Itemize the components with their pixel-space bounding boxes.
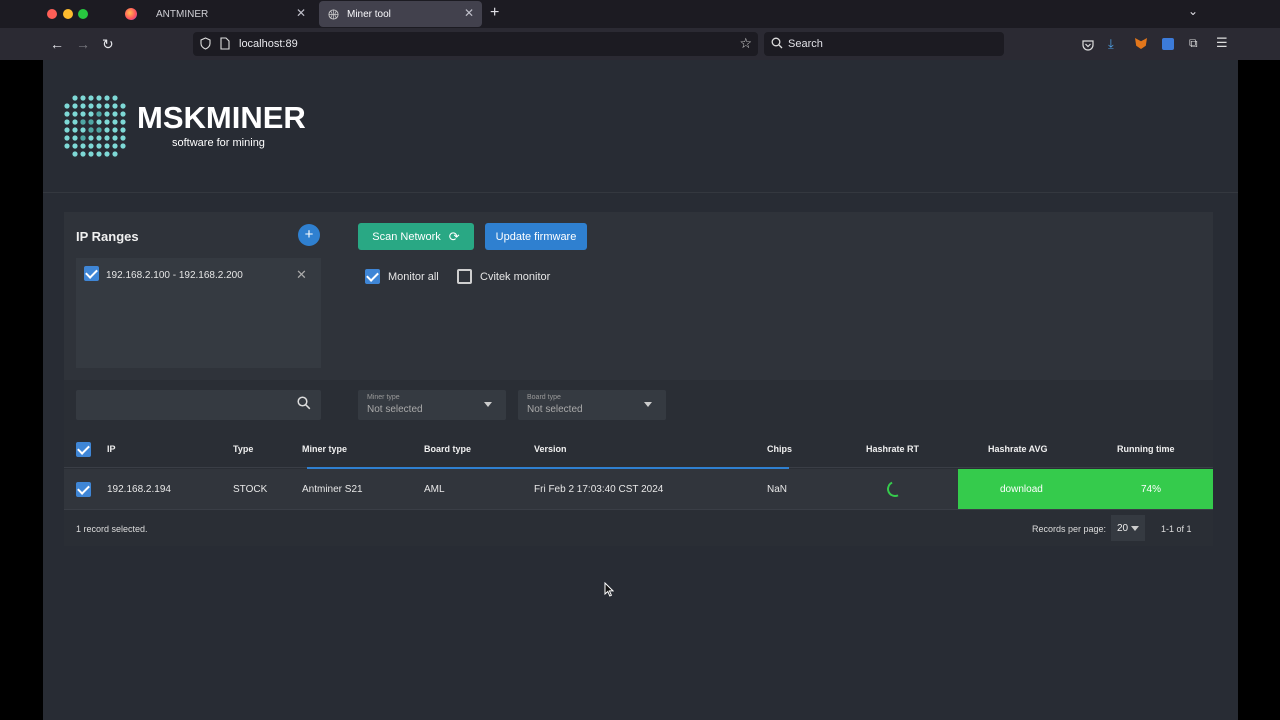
new-tab-icon[interactable]: + (490, 4, 499, 22)
ip-range-list: 192.168.2.100 - 192.168.2.200 ✕ (76, 258, 321, 368)
column-header-running-time[interactable]: Running time (1117, 444, 1175, 454)
nav-bar: ← → ↻ localhost:89 ☆ Search ⤓ ⧉ ☰ (0, 28, 1280, 60)
control-panel: IP Ranges + 192.168.2.100 - 192.168.2.20… (64, 212, 1213, 380)
miner-type-select-label: Miner type (367, 394, 400, 401)
cvitek-monitor-checkbox[interactable] (457, 269, 472, 284)
tab-close-icon[interactable]: ✕ (464, 6, 474, 20)
tab-label: ANTMINER (156, 8, 209, 20)
miner-search-input[interactable] (76, 390, 321, 420)
search-placeholder: Search (788, 38, 823, 50)
column-header-version[interactable]: Version (534, 444, 567, 454)
cell-running-time: 74% (1141, 484, 1162, 495)
cvitek-monitor-option[interactable]: Cvitek monitor (457, 269, 550, 284)
records-per-page-label: Records per page: (1032, 524, 1107, 534)
dropdown-arrow-icon (644, 402, 652, 407)
cell-hashrate-avg: download (1000, 484, 1043, 495)
column-header-board-type[interactable]: Board type (424, 444, 471, 454)
dropdown-arrow-icon (1131, 526, 1139, 531)
logo-icon (63, 94, 129, 165)
ip-range-checkbox[interactable] (84, 266, 99, 286)
brand-title: MSKMINER (137, 100, 306, 135)
tab-antminer[interactable]: ANTMINER ✕ (148, 1, 314, 27)
forward-icon[interactable]: → (76, 36, 90, 52)
board-type-select-value: Not selected (527, 404, 583, 415)
search-icon (771, 36, 783, 54)
globe-icon (327, 8, 339, 20)
monitor-all-option[interactable]: Monitor all (365, 269, 439, 284)
app-header: MSKMINER software for mining (43, 60, 1238, 193)
download-icon[interactable]: ⤓ (1108, 36, 1114, 52)
tab-list-chevron-icon[interactable]: ⌄ (1188, 4, 1198, 18)
miner-type-select[interactable]: Miner type Not selected (358, 390, 506, 420)
brand-subtitle: software for mining (172, 137, 265, 149)
tab-label: Miner tool (347, 8, 391, 20)
url-bar[interactable]: localhost:89 ☆ (193, 32, 758, 56)
pocket-icon[interactable] (1082, 38, 1094, 56)
mouse-cursor-icon (604, 581, 615, 602)
bookmark-star-icon[interactable]: ☆ (739, 35, 752, 52)
cell-version: Fri Feb 2 17:03:40 CST 2024 (534, 484, 664, 495)
table-row[interactable]: 192.168.2.194 STOCK Antminer S21 AML Fri… (64, 469, 1213, 510)
reload-icon[interactable]: ↻ (102, 36, 114, 52)
app-page: MSKMINER software for mining IP Ranges +… (43, 60, 1238, 720)
firefox-icon (125, 8, 137, 20)
column-header-hashrate-rt[interactable]: Hashrate RT (866, 444, 919, 454)
column-header-ip[interactable]: IP (107, 444, 116, 454)
remove-ip-range-icon[interactable]: ✕ (296, 267, 307, 283)
cell-type: STOCK (233, 484, 268, 495)
tab-close-icon[interactable]: ✕ (296, 6, 306, 20)
pagination-range-text: 1-1 of 1 (1161, 524, 1192, 534)
translate-extension-icon[interactable] (1162, 38, 1174, 50)
cell-miner-type: Antminer S21 (302, 484, 363, 495)
column-header-hashrate-avg[interactable]: Hashrate AVG (988, 444, 1048, 454)
miner-type-select-value: Not selected (367, 404, 423, 415)
monitor-all-label: Monitor all (388, 270, 439, 283)
search-icon[interactable] (297, 396, 311, 414)
table-footer: 1 record selected. Records per page: 20 … (64, 510, 1213, 546)
tab-miner-tool[interactable]: Miner tool ✕ (319, 1, 482, 27)
select-all-checkbox[interactable] (76, 442, 91, 462)
cell-chips: NaN (767, 484, 788, 495)
records-per-page-select[interactable]: 20 (1111, 515, 1145, 541)
back-icon[interactable]: ← (50, 36, 64, 52)
column-header-type[interactable]: Type (233, 444, 253, 454)
dropdown-arrow-icon (484, 402, 492, 407)
update-firmware-label: Update firmware (495, 230, 577, 243)
page-icon[interactable] (220, 37, 230, 55)
cell-board-type: AML (424, 484, 445, 495)
scan-network-button[interactable]: Scan Network ⟳ (358, 223, 474, 250)
extensions-icon[interactable]: ⧉ (1189, 36, 1198, 51)
monitor-all-checkbox[interactable] (365, 269, 380, 284)
maximize-window-icon[interactable] (78, 9, 88, 19)
ip-ranges-title: IP Ranges (76, 229, 139, 244)
board-type-select-label: Board type (527, 394, 561, 401)
table-header: IP Type Miner type Board type Version Ch… (64, 430, 1213, 469)
search-bar[interactable]: Search (764, 32, 1004, 56)
close-window-icon[interactable] (47, 9, 57, 19)
minimize-window-icon[interactable] (63, 9, 73, 19)
column-header-miner-type[interactable]: Miner type (302, 444, 347, 454)
url-text[interactable]: localhost:89 (239, 38, 298, 50)
tab-bar: ANTMINER ✕ Miner tool ✕ + ⌄ (0, 0, 1280, 28)
column-header-chips[interactable]: Chips (767, 444, 792, 454)
refresh-icon: ⟳ (448, 228, 460, 244)
download-progress-cell: download 74% (958, 469, 1213, 509)
filter-bar: Miner type Not selected Board type Not s… (64, 380, 1213, 430)
browser-chrome: ANTMINER ✕ Miner tool ✕ + ⌄ ← → ↻ localh… (0, 0, 1280, 60)
metamask-extension-icon[interactable] (1135, 38, 1147, 49)
ip-range-label: 192.168.2.100 - 192.168.2.200 (106, 270, 243, 281)
menu-icon[interactable]: ☰ (1216, 35, 1228, 51)
records-per-page-value: 20 (1117, 523, 1129, 534)
shield-icon[interactable] (200, 37, 211, 55)
scan-network-label: Scan Network (372, 230, 441, 243)
row-checkbox[interactable] (76, 482, 91, 502)
cell-ip: 192.168.2.194 (107, 484, 171, 495)
board-type-select[interactable]: Board type Not selected (518, 390, 666, 420)
update-firmware-button[interactable]: Update firmware (485, 223, 587, 250)
add-ip-range-button[interactable]: + (298, 224, 320, 246)
hashrate-loading-spinner-icon (884, 478, 906, 500)
cvitek-monitor-label: Cvitek monitor (480, 270, 551, 283)
selected-count-text: 1 record selected. (76, 524, 148, 534)
miners-table: IP Type Miner type Board type Version Ch… (64, 430, 1213, 546)
